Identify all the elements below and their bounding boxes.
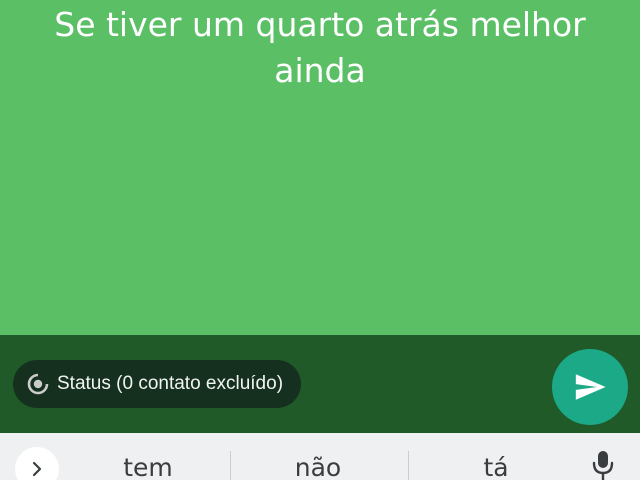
suggestion-1[interactable]: tem xyxy=(100,453,196,482)
audience-label: Status (0 contato excluído) xyxy=(57,373,284,394)
expand-suggestions-button[interactable] xyxy=(15,447,59,491)
send-button[interactable] xyxy=(552,349,628,425)
audience-chip[interactable]: Status (0 contato excluído) xyxy=(13,360,302,408)
keyboard-suggestion-strip: tem não tá xyxy=(0,433,640,491)
status-canvas[interactable]: Se tiver um quarto atrás melhor ainda xyxy=(0,0,640,335)
send-icon xyxy=(575,374,606,400)
suggestion-divider xyxy=(408,451,409,480)
suggestion-2[interactable]: não xyxy=(270,453,366,482)
chevron-right-icon xyxy=(32,461,42,477)
suggestion-3[interactable]: tá xyxy=(448,453,544,482)
composer-bar: Status (0 contato excluído) xyxy=(0,335,640,433)
status-text[interactable]: Se tiver um quarto atrás melhor ainda xyxy=(20,2,620,94)
microphone-icon[interactable] xyxy=(588,449,618,480)
status-icon xyxy=(27,373,49,395)
suggestion-divider xyxy=(230,451,231,480)
